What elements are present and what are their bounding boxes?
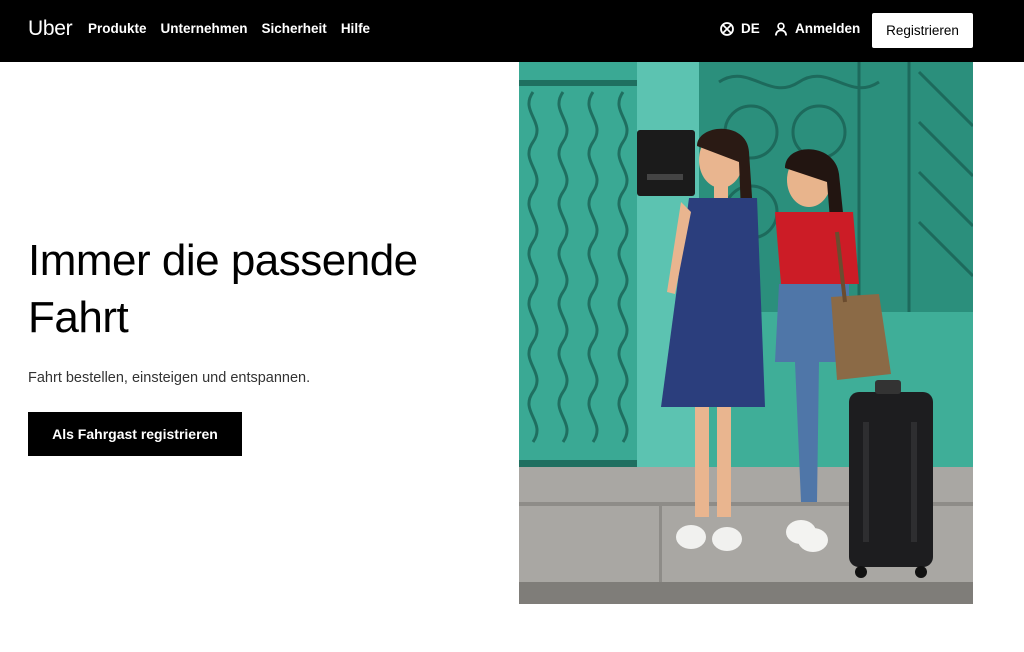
login-link[interactable]: Anmelden bbox=[774, 21, 860, 36]
nav-sicherheit[interactable]: Sicherheit bbox=[262, 21, 327, 36]
user-icon bbox=[774, 21, 788, 36]
language-label: DE bbox=[741, 21, 760, 36]
hero-title: Immer die passende Fahrt bbox=[28, 236, 418, 342]
login-label: Anmelden bbox=[795, 21, 861, 36]
uber-logo[interactable]: Uber bbox=[28, 17, 73, 41]
register-button[interactable]: Registrieren bbox=[872, 13, 973, 48]
hero-subtitle: Fahrt bestellen, einsteigen und entspann… bbox=[28, 370, 311, 386]
top-navigation-bar: Uber Produkte Unternehmen Sicherheit Hil… bbox=[0, 0, 1024, 62]
language-selector[interactable]: DE bbox=[720, 21, 760, 36]
hero-illustration bbox=[519, 62, 973, 604]
globe-icon bbox=[720, 21, 734, 36]
rider-signup-button[interactable]: Als Fahrgast registrieren bbox=[28, 412, 242, 456]
main-nav: Produkte Unternehmen Sicherheit Hilfe bbox=[88, 21, 384, 36]
nav-produkte[interactable]: Produkte bbox=[88, 21, 147, 36]
nav-hilfe[interactable]: Hilfe bbox=[341, 21, 370, 36]
hero-image bbox=[519, 62, 973, 604]
nav-unternehmen[interactable]: Unternehmen bbox=[161, 21, 248, 36]
